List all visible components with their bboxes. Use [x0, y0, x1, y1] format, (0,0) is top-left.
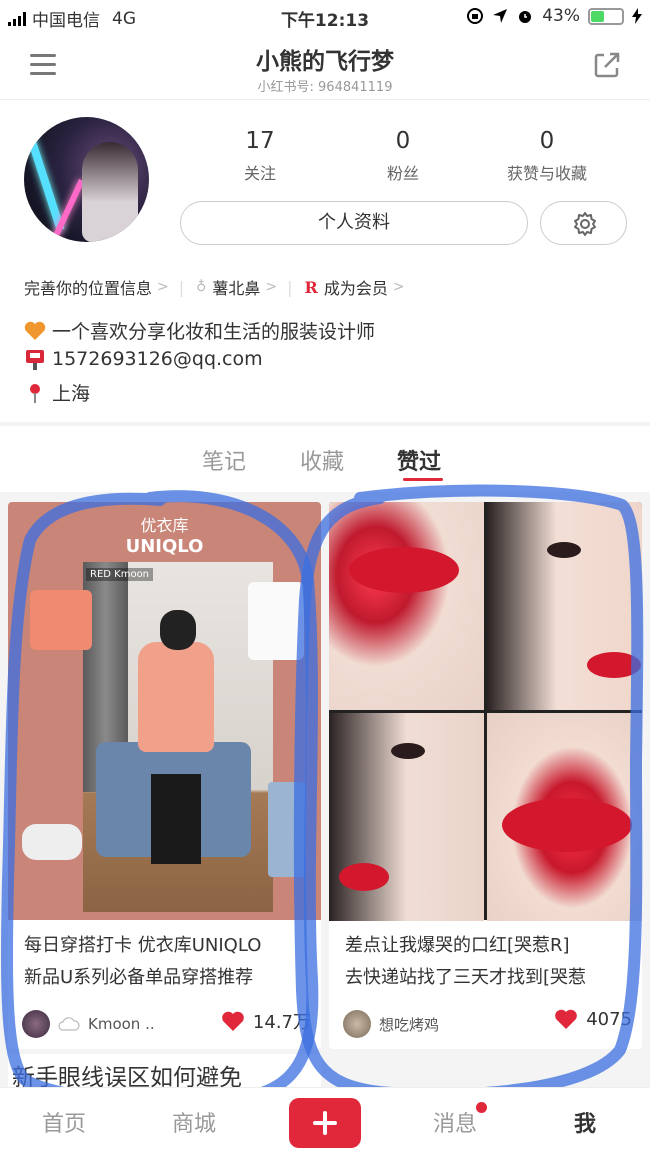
note-title: 差点让我爆哭的口红[哭惹R] 去快递站找了三天才找到[哭惹	[345, 930, 635, 994]
note-title: 每日穿搭打卡 优衣库UNIQLO 新品U系列必备单品穿搭推荐	[24, 930, 314, 994]
alarm-icon	[519, 11, 532, 23]
shirt-illustration	[248, 582, 304, 660]
cover-brand-en: UNIQLO	[125, 536, 204, 557]
divider: |	[287, 277, 293, 297]
bio-line: 一个喜欢分享化妆和生活的服装设计师	[24, 317, 375, 344]
user-id: 小红书号: 964841119	[257, 80, 393, 95]
stat-followers[interactable]: 0 粉丝	[333, 128, 473, 184]
stat-value: 0	[395, 128, 411, 154]
note-author[interactable]: 想吃烤鸡	[343, 1010, 439, 1038]
bio-email: 1572693126@qq.com	[52, 348, 263, 370]
heart-filled-icon	[222, 1011, 244, 1031]
edit-profile-button[interactable]: 个人资料	[180, 201, 528, 245]
bio-line: 1572693126@qq.com	[24, 348, 263, 370]
note-title-line: 每日穿搭打卡 优衣库UNIQLO	[24, 935, 262, 956]
next-note-card-title[interactable]: 新手眼线误区如何避免	[8, 1054, 321, 1090]
tab-notes[interactable]: 笔记	[202, 444, 246, 476]
stat-value: 0	[539, 128, 555, 154]
author-avatar	[22, 1010, 50, 1038]
stat-label: 关注	[243, 164, 276, 183]
battery-icon	[588, 7, 624, 25]
bio-line: 上海	[24, 379, 90, 406]
bio-location: 上海	[52, 383, 91, 405]
charging-icon	[632, 8, 642, 24]
jeans-illustration	[268, 782, 306, 877]
avatar[interactable]	[24, 117, 149, 242]
gear-icon	[574, 212, 596, 236]
tab-collections[interactable]: 收藏	[300, 444, 344, 476]
stat-label: 获赞与收藏	[506, 164, 587, 183]
profile-header: 小熊的飞行梦 小红书号: 964841119	[0, 34, 650, 100]
tshirt-illustration	[30, 590, 92, 650]
like-count[interactable]: 4075	[554, 1008, 632, 1030]
membership-link[interactable]: 成为会员	[324, 275, 388, 299]
author-name: Kmoon ..	[88, 1015, 155, 1033]
medal-icon: ♁	[196, 279, 207, 295]
nav-mall[interactable]: 商城	[149, 1106, 239, 1138]
content-tabs: 笔记 收藏 赞过	[0, 426, 650, 492]
like-number: 14.7万	[252, 1012, 311, 1033]
stat-label: 粉丝	[386, 164, 419, 183]
settings-button[interactable]	[540, 201, 627, 245]
profile-section: 17 关注 0 粉丝 0 获赞与收藏 个人资料 完善你的位置信息 > | ♁ 薯…	[0, 100, 650, 422]
heart-icon	[24, 321, 46, 340]
note-card[interactable]: 差点让我爆哭的口红[哭惹R] 去快递站找了三天才找到[哭惹 想吃烤鸡 4075	[329, 502, 642, 1049]
note-title-line: 差点让我爆哭的口红[哭惹R]	[345, 935, 570, 956]
chevron-right-icon: >	[265, 279, 278, 295]
page-title: 小熊的飞行梦	[256, 49, 394, 75]
note-cover-image	[329, 502, 642, 921]
sneaker-illustration	[22, 824, 82, 860]
chevron-right-icon: >	[392, 279, 405, 295]
location-pin-icon	[30, 383, 40, 403]
nav-home[interactable]: 首页	[19, 1106, 109, 1138]
cloud-icon	[58, 1017, 80, 1031]
note-author[interactable]: Kmoon ..	[22, 1010, 155, 1038]
status-bar: 中国电信 4G 下午12:13 43%	[0, 0, 650, 34]
like-count[interactable]: 14.7万	[221, 1008, 311, 1034]
chevron-right-icon: >	[157, 279, 169, 295]
notification-dot	[476, 1102, 487, 1113]
note-cover-image: 优衣库 UNIQLO RED Kmoon	[8, 502, 321, 920]
stat-value: 17	[245, 128, 275, 154]
heart-filled-icon	[555, 1009, 577, 1029]
divider: |	[178, 277, 185, 297]
note-title-line: 去快递站找了三天才找到[哭惹	[345, 967, 587, 988]
nav-messages[interactable]: 消息	[410, 1106, 500, 1138]
author-name: 想吃烤鸡	[379, 1015, 440, 1034]
location-arrow-icon	[493, 9, 508, 23]
profile-links: 完善你的位置信息 > | ♁ 薯北鼻 > | R 成为会员 >	[24, 275, 413, 299]
active-tab-indicator	[403, 478, 443, 481]
rotation-lock-icon	[467, 8, 484, 24]
like-number: 4075	[586, 1008, 632, 1030]
bottom-nav: 首页 商城 消息 我	[0, 1087, 650, 1156]
mailbox-icon	[26, 350, 44, 370]
level-link[interactable]: 薯北鼻	[212, 275, 260, 299]
battery-percent: 43%	[542, 6, 580, 26]
stat-following[interactable]: 17 关注	[190, 128, 330, 184]
publish-button[interactable]	[289, 1098, 361, 1148]
share-icon[interactable]	[592, 50, 622, 80]
cover-tag: RED Kmoon	[86, 568, 154, 581]
nav-me[interactable]: 我	[540, 1106, 630, 1138]
cover-brand-cn: 优衣库	[140, 516, 189, 535]
tab-liked[interactable]: 赞过	[397, 444, 441, 476]
member-logo: R	[304, 277, 318, 297]
author-avatar	[343, 1010, 371, 1038]
location-info-link[interactable]: 完善你的位置信息	[24, 275, 152, 299]
stat-likes-collects[interactable]: 0 获赞与收藏	[477, 128, 617, 184]
note-card[interactable]: 优衣库 UNIQLO RED Kmoon 每日穿搭打卡 优衣库UNIQLO 新品…	[8, 502, 321, 1049]
note-title-line: 新品U系列必备单品穿搭推荐	[24, 967, 254, 988]
bio-text: 一个喜欢分享化妆和生活的服装设计师	[52, 321, 376, 343]
